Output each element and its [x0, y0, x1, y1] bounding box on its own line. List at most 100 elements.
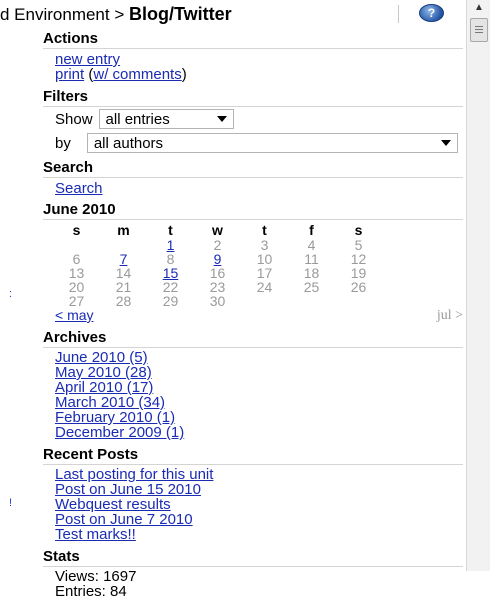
- new-entry-row: new entry: [43, 52, 463, 67]
- calendar-day: 27: [68, 293, 85, 309]
- edge-marker: !: [9, 497, 13, 509]
- calendar-day: 28: [115, 293, 132, 309]
- weekday-label: t: [262, 222, 267, 238]
- weekday-label: m: [117, 222, 130, 238]
- calendar-day: [335, 294, 382, 308]
- authors-select[interactable]: all authors: [86, 133, 458, 153]
- weekday-label: s: [72, 222, 81, 238]
- recent-post-row: Post on June 7 2010: [43, 512, 463, 527]
- calendar-day-link[interactable]: 15: [147, 266, 194, 280]
- edge-marker: :: [9, 288, 13, 300]
- calendar-day: 18: [303, 265, 320, 281]
- print-paren-open: (: [84, 66, 94, 83]
- archives-list: June 2010 (5) May 2010 (28) April 2010 (17…: [43, 350, 463, 440]
- help-icon[interactable]: ?: [419, 4, 444, 22]
- calendar-grid: smtwtfs 1 2 3 4 5 6 7 8 9 10 11 12 13 14 15 16 17 18 19 20 2…: [53, 222, 382, 308]
- calendar-day: 23: [209, 279, 226, 295]
- calendar-week-row: 6 7 8 9 10 11 12: [53, 252, 382, 266]
- prev-month-link[interactable]: < may: [55, 308, 94, 323]
- search-link[interactable]: Search: [55, 180, 103, 197]
- weekday-label: s: [354, 222, 363, 238]
- calendar-day-link[interactable]: 1: [147, 238, 194, 252]
- recent-posts-heading: Recent Posts: [43, 446, 463, 465]
- recent-post-row: Test marks!!: [43, 527, 463, 542]
- recent-post-row: Last posting for this unit: [43, 467, 463, 482]
- calendar-day: 3: [260, 237, 269, 253]
- calendar-week-row: 13 14 15 16 17 18 19: [53, 266, 382, 280]
- by-label: by: [55, 134, 71, 152]
- calendar-day: 21: [115, 279, 132, 295]
- page-header: d Environment > Blog/Twitter ?: [0, 0, 466, 28]
- entries-count: Entries: 84: [55, 583, 127, 600]
- weekday-label: f: [309, 222, 314, 238]
- archives-heading: Archives: [43, 329, 463, 348]
- recent-posts-list: Last posting for this unit Post on June 1…: [43, 467, 463, 542]
- sidebar-content: Actions new entry print (w/ comments) Fi…: [43, 30, 463, 599]
- authors-select-value: all authors: [93, 134, 164, 152]
- calendar-day: [288, 294, 335, 308]
- scroll-up-arrow-icon[interactable]: ▲: [474, 2, 484, 13]
- show-filter-row: Show all entries: [43, 109, 463, 129]
- calendar-day: 16: [209, 265, 226, 281]
- archive-month-row: April 2010 (17): [43, 380, 463, 395]
- calendar-day: 8: [166, 251, 175, 267]
- calendar-day: [53, 238, 100, 252]
- calendar-day: 24: [256, 279, 273, 295]
- calendar-day: 22: [162, 279, 179, 295]
- calendar-week-row: 20 21 22 23 24 25 26: [53, 280, 382, 294]
- show-select-value: all entries: [105, 110, 170, 128]
- next-month-label: jul >: [436, 308, 463, 323]
- archive-month-row: May 2010 (28): [43, 365, 463, 380]
- calendar-body: 1 2 3 4 5 6 7 8 9 10 11 12 13 14 15 16 17 18 19 20 21 22 23 24 2…: [53, 238, 382, 308]
- breadcrumb-prefix: d Environment >: [0, 5, 129, 24]
- calendar-day: [241, 294, 288, 308]
- calendar-day: 12: [350, 251, 367, 267]
- recent-post-row: Webquest results: [43, 497, 463, 512]
- archive-month-row: June 2010 (5): [43, 350, 463, 365]
- recent-post-row: Post on June 15 2010: [43, 482, 463, 497]
- calendar-day: 29: [162, 293, 179, 309]
- calendar-day: 14: [115, 265, 132, 281]
- calendar-day: [100, 238, 147, 252]
- calendar-day: 26: [350, 279, 367, 295]
- header-divider: [398, 5, 399, 23]
- search-heading: Search: [43, 159, 463, 178]
- calendar-day-link[interactable]: 7: [100, 252, 147, 266]
- weekday-label: w: [212, 222, 223, 238]
- print-link[interactable]: print: [55, 66, 84, 83]
- archive-month-row: March 2010 (34): [43, 395, 463, 410]
- calendar-nav: < may jul >: [43, 308, 463, 324]
- calendar-week-row: 1 2 3 4 5: [53, 238, 382, 252]
- grip-line: [475, 26, 483, 27]
- calendar-weekday-row: smtwtfs: [53, 222, 382, 238]
- calendar-day: 11: [304, 251, 319, 267]
- calendar-day: 20: [68, 279, 85, 295]
- grip-line: [475, 29, 483, 30]
- scroll-thumb[interactable]: [470, 18, 488, 42]
- show-label: Show: [55, 110, 93, 128]
- calendar-day: 17: [256, 265, 273, 281]
- weekday-label: t: [168, 222, 173, 238]
- chevron-down-icon: [216, 116, 227, 122]
- print-with-comments-link[interactable]: w/ comments: [93, 66, 181, 83]
- calendar-day: 19: [350, 265, 367, 281]
- show-entries-select[interactable]: all entries: [98, 109, 234, 129]
- grip-line: [475, 32, 483, 33]
- author-filter-row: by all authors: [43, 133, 463, 153]
- calendar-day: 6: [72, 251, 81, 267]
- archive-month-link[interactable]: December 2009 (1): [55, 424, 184, 441]
- calendar-day: 10: [256, 251, 273, 267]
- stats-heading: Stats: [43, 548, 463, 567]
- archive-month-row: February 2010 (1): [43, 410, 463, 425]
- calendar-day-link[interactable]: 9: [194, 252, 241, 266]
- actions-heading: Actions: [43, 30, 463, 49]
- recent-post-link[interactable]: Test marks!!: [55, 526, 136, 543]
- vertical-scrollbar[interactable]: ▲: [466, 0, 490, 571]
- calendar-day: 30: [209, 293, 226, 309]
- calendar-day: 25: [303, 279, 320, 295]
- filters-heading: Filters: [43, 88, 463, 107]
- views-count: Views: 1697: [55, 568, 137, 585]
- calendar-day: 13: [68, 265, 85, 281]
- print-row: print (w/ comments): [43, 67, 463, 82]
- calendar-week-row: 27 28 29 30: [53, 294, 382, 308]
